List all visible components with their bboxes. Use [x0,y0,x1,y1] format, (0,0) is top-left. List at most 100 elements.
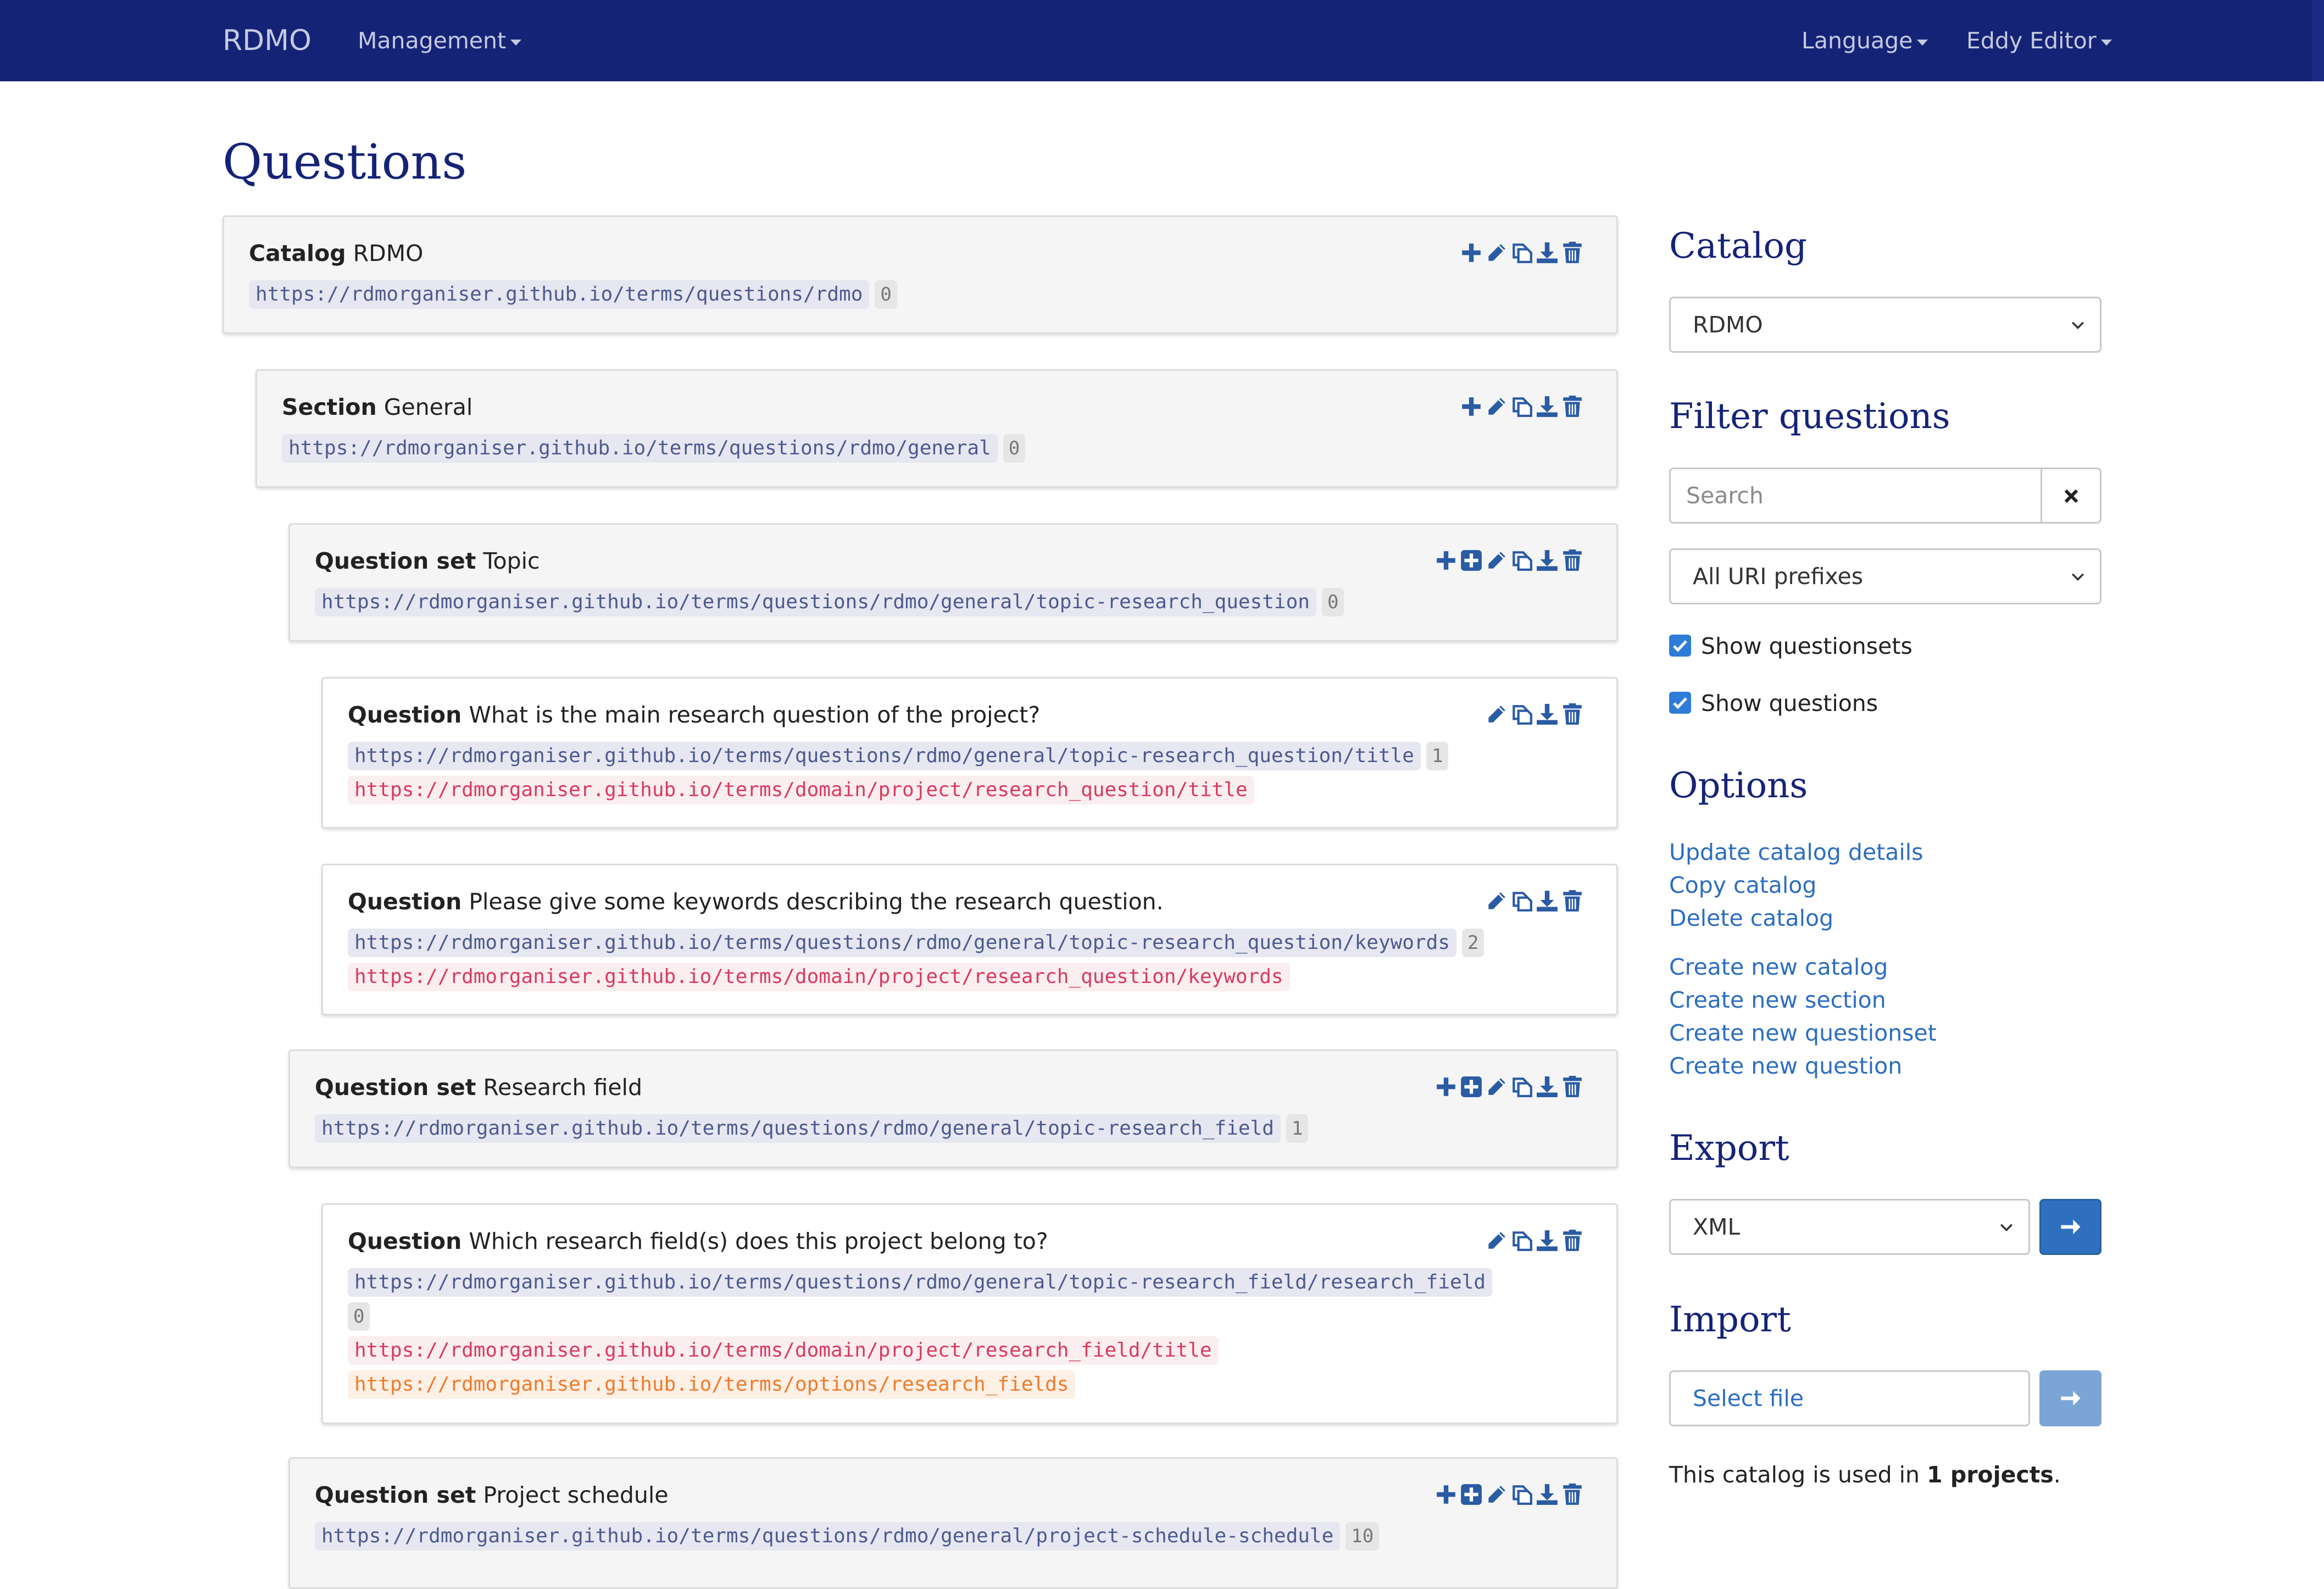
copy-button[interactable] [1510,887,1536,915]
attribute-uri: https://rdmorganiser.github.io/terms/dom… [348,963,1290,991]
question-panel: Question Please give some keywords descr… [321,864,1618,1015]
create-catalog-link[interactable]: Create new catalog [1669,952,1888,982]
element-name: Project schedule [483,1482,669,1508]
clear-search-button[interactable] [2041,468,2101,524]
delete-button[interactable] [1561,701,1586,728]
edit-button[interactable] [1485,239,1510,266]
show-questions-label: Show questions [1701,690,1878,716]
show-questionsets-label: Show questionsets [1701,633,1912,659]
create-questionset-link[interactable]: Create new questionset [1669,1018,1937,1048]
copy-icon [1510,1075,1533,1098]
export-button[interactable] [1536,1227,1561,1254]
brand-link[interactable]: RDMO [223,22,312,59]
export-button[interactable] [1536,1481,1561,1508]
copy-button[interactable] [1510,393,1536,420]
edit-button[interactable] [1485,887,1510,915]
add-child-button[interactable] [1460,547,1485,574]
trash-icon [1561,1483,1584,1506]
plus-square-icon [1460,1483,1483,1506]
language-menu-label: Language [1802,27,1913,54]
delete-button[interactable] [1561,1227,1586,1254]
uri-prefix-select[interactable]: All URI prefixes [1669,548,2101,604]
language-menu[interactable]: Language [1802,25,1928,56]
uri-row: https://rdmorganiser.github.io/terms/que… [348,742,1449,770]
add-button[interactable] [1435,1481,1460,1508]
create-section-link[interactable]: Create new section [1669,985,1886,1015]
element-type: Catalog [249,240,346,266]
delete-button[interactable] [1561,547,1586,574]
add-child-button[interactable] [1460,1073,1485,1101]
edit-button[interactable] [1485,701,1510,728]
uri-row: https://rdmorganiser.github.io/terms/dom… [348,776,1254,804]
add-button[interactable] [1460,393,1485,420]
export-button[interactable] [1536,701,1561,728]
create-question-link[interactable]: Create new question [1669,1051,1902,1081]
import-button[interactable] [2039,1370,2101,1426]
add-button[interactable] [1460,239,1485,266]
copy-button[interactable] [1510,1073,1536,1101]
edit-button[interactable] [1485,547,1510,574]
management-menu[interactable]: Management [358,25,522,56]
order-badge: 1 [1286,1114,1309,1143]
export-button[interactable] [1536,887,1561,915]
download-icon [1536,1229,1559,1252]
export-button[interactable] [1536,393,1561,420]
trash-icon [1561,395,1584,418]
order-badge: 1 [1426,742,1449,770]
scrollbar[interactable] [2312,0,2324,81]
export-button[interactable] [1536,1073,1561,1101]
copy-button[interactable] [1510,547,1536,574]
update-catalog-link[interactable]: Update catalog details [1669,837,1923,868]
chevron-down-icon [2071,321,2084,330]
add-child-button[interactable] [1460,1481,1485,1508]
order-badge: 0 [348,1302,370,1331]
select-file-input[interactable]: Select file [1669,1370,2030,1426]
edit-button[interactable] [1485,1073,1510,1101]
search-placeholder: Search [1686,482,1764,509]
show-questionsets-checkbox[interactable]: Show questionsets [1669,631,1912,662]
catalog-select[interactable]: RDMO [1669,297,2101,353]
edit-button[interactable] [1485,1481,1510,1508]
copy-icon [1510,395,1533,418]
export-button[interactable] [1536,547,1561,574]
pencil-icon [1485,703,1508,726]
element-actions [1485,701,1586,728]
copy-icon [1510,1483,1533,1506]
edit-button[interactable] [1485,393,1510,420]
checkbox-checked-icon [1669,692,1691,714]
delete-button[interactable] [1561,239,1586,266]
uri-row: https://rdmorganiser.github.io/terms/que… [315,1522,1380,1551]
element-title: Question What is the main research quest… [348,699,1040,730]
copy-catalog-link[interactable]: Copy catalog [1669,870,1816,901]
copy-button[interactable] [1510,1227,1536,1254]
export-format-select[interactable]: XML [1669,1199,2030,1255]
uri-row: https://rdmorganiser.github.io/terms/opt… [348,1370,1076,1399]
delete-button[interactable] [1561,887,1586,915]
add-button[interactable] [1435,1073,1460,1101]
user-menu[interactable]: Eddy Editor [1966,25,2112,56]
optionset-uri: https://rdmorganiser.github.io/terms/opt… [348,1370,1076,1399]
uri-row: https://rdmorganiser.github.io/terms/que… [282,434,1026,463]
show-questions-checkbox[interactable]: Show questions [1669,688,1878,719]
element-type: Section [282,394,377,420]
usage-prefix: This catalog is used in [1669,1462,1920,1488]
trash-icon [1561,549,1584,572]
delete-button[interactable] [1561,1073,1586,1101]
copy-button[interactable] [1510,239,1536,266]
export-button[interactable] [2039,1199,2101,1255]
add-button[interactable] [1435,547,1460,574]
export-format-value: XML [1693,1214,1741,1240]
copy-button[interactable] [1510,701,1536,728]
element-type: Question set [315,1482,476,1508]
copy-button[interactable] [1510,1481,1536,1508]
export-button[interactable] [1536,239,1561,266]
delete-button[interactable] [1561,1481,1586,1508]
search-input[interactable]: Search [1669,468,2042,524]
user-menu-label: Eddy Editor [1966,27,2097,54]
delete-button[interactable] [1561,393,1586,420]
copy-icon [1510,703,1533,726]
plus-square-icon [1460,549,1483,572]
delete-catalog-link[interactable]: Delete catalog [1669,903,1833,934]
arrow-right-icon [2060,1391,2081,1406]
edit-button[interactable] [1485,1227,1510,1254]
